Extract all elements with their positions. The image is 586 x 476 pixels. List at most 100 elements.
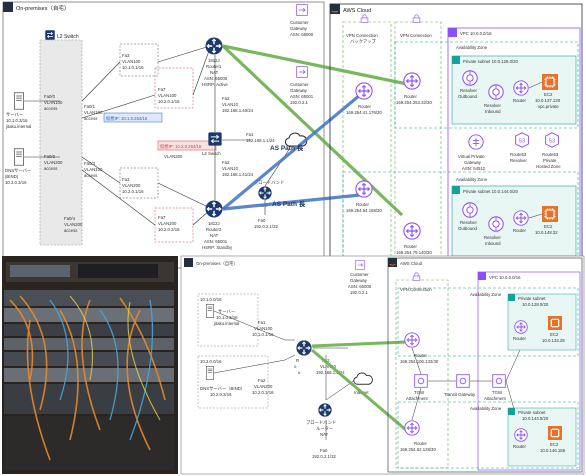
svg-text:Fa1: Fa1 [258, 320, 266, 325]
svg-text:169.254.41.176/30: 169.254.41.176/30 [346, 110, 382, 115]
svg-text:Fa7: Fa7 [158, 87, 166, 92]
vip-red: 仮想IP: 10.2.0.254/16 [160, 143, 202, 150]
svg-text:VLAN200: VLAN200 [254, 384, 273, 389]
top-onprem-title: On-premises（自宅） [16, 4, 69, 12]
svg-text:VLAN200: VLAN200 [64, 222, 83, 227]
bottom-subnet-title-1: Private subnet 10.0.128.0/20 [518, 296, 549, 307]
svg-text:Customer: Customer [290, 82, 309, 87]
svg-text:Virtual Private: Virtual Private [458, 154, 485, 159]
vlan200-mid: VLAN200 [164, 154, 183, 159]
dns-server-sub: (BIND) [5, 174, 19, 179]
svg-text:ルーター: ルーター [316, 425, 333, 432]
bottom-broadband-icon [318, 403, 332, 417]
ec2-icon-2 [542, 206, 558, 222]
svg-text:Router: Router [404, 94, 417, 99]
resolver-inbound-2: Resolver Inbound [484, 235, 502, 246]
ec2-icon-1 [542, 74, 558, 90]
bottom-ec2-icon-2 [548, 426, 562, 440]
svg-text:EC2: EC2 [544, 92, 553, 97]
svg-text:169.254.106.132/30: 169.254.106.132/30 [400, 359, 439, 364]
svg-text:HSRP: Active: HSRP: Active [202, 82, 228, 87]
svg-text:1812J: 1812J [208, 221, 220, 226]
svg-text:10.0.128.0/20: 10.0.128.0/20 [522, 302, 549, 307]
svg-text:10.2.0.1/16: 10.2.0.1/16 [122, 189, 144, 194]
svg-text:Fa1: Fa1 [246, 132, 254, 137]
svg-text:Fa0/2: Fa0/2 [44, 154, 56, 159]
svg-text:Gateway: Gateway [290, 88, 308, 93]
bottom-ec2-icon-1 [548, 316, 562, 330]
svg-text:Customer: Customer [350, 272, 369, 277]
vpg-icon [468, 134, 484, 150]
svg-text:1812J: 1812J [208, 58, 220, 63]
customer-gateway-1-icon [296, 4, 308, 16]
svg-text:Fa3: Fa3 [122, 53, 130, 58]
subnet-router-label-2: Router [513, 228, 526, 233]
resolver-outbound-icon-1 [462, 70, 478, 86]
svg-text:Gateway: Gateway [350, 278, 368, 283]
svg-text:ASN: 64512: ASN: 64512 [462, 166, 486, 171]
route53-zone-icon [545, 132, 559, 148]
subnet-router-icon-2 [513, 210, 529, 226]
svg-text:Router: Router [358, 104, 371, 109]
resolver-outbound-2: Resolver Outbound [458, 220, 478, 231]
router2-icon [205, 200, 223, 218]
onprem-badge-icon [3, 2, 13, 12]
aws-cloud-title: AWS Cloud [343, 8, 371, 14]
svg-text:Attachment: Attachment [484, 396, 507, 401]
vpc-title: VPC 10.0.0.0/16 [460, 31, 492, 36]
bottom-aws-icon [388, 258, 397, 267]
svg-text:VLAN200: VLAN200 [122, 183, 141, 188]
bottom-net2: 10.2.0.0/16 [200, 359, 222, 364]
as-path-label-1: AS Path 長 [270, 143, 304, 152]
svg-text:Gateway: Gateway [464, 160, 482, 165]
mid-l2-switch-label: L2 Switch [202, 151, 221, 156]
bottom-tgw-label: Transit Gateway [444, 392, 476, 397]
svg-text:VLAN200: VLAN200 [158, 221, 177, 226]
svg-text:Fa0/1: Fa0/1 [84, 104, 96, 109]
svg-text:Fa0/0: Fa0/0 [44, 94, 56, 99]
vpn-router-b-icon [355, 82, 373, 100]
server-host: jitaku.internal [5, 124, 31, 129]
svg-text:169.254.79.140/30: 169.254.79.140/30 [396, 250, 432, 255]
svg-text:Resolver: Resolver [460, 220, 478, 225]
svg-text:Route53: Route53 [542, 152, 559, 157]
bottom-vpc-icon [478, 272, 486, 280]
bottom-aws-title: AWS Cloud [400, 261, 423, 266]
svg-text:192.168.1.1/24: 192.168.1.1/24 [246, 138, 275, 143]
subnet-lock-icon-2 [452, 186, 460, 194]
svg-text:10.2.0.3/16: 10.2.0.3/16 [210, 392, 232, 397]
bottom-router-a-icon [404, 332, 420, 348]
router1-icon [205, 37, 223, 55]
bottom-subnet-title-2: Private subnet 10.0.144.0/20 [518, 410, 549, 421]
svg-text:10.2.0.1/16: 10.2.0.1/16 [252, 390, 274, 395]
server-ip: 10.1.0.3/16 [6, 118, 28, 123]
resolver-inbound-icon-2 [488, 216, 504, 232]
bottom-az-label-2: Availability Zone [470, 406, 502, 411]
svg-text:Customer: Customer [290, 20, 309, 25]
svg-text:10.1.0.1/16: 10.1.0.1/16 [122, 65, 144, 70]
bottom-onprem-badge-icon [184, 258, 193, 267]
customer-gateway-2-icon [296, 66, 308, 78]
resolver-inbound-icon-1 [488, 84, 504, 100]
subnet-router-icon-1 [513, 80, 529, 96]
svg-text:VLAN10: VLAN10 [222, 102, 239, 107]
svg-text:169.254.253.32/30: 169.254.253.32/30 [396, 100, 432, 105]
svg-text:Fa2: Fa2 [222, 96, 230, 101]
bottom-subnet-router-icon-1 [514, 320, 528, 334]
svg-text:10.0.137.130: 10.0.137.130 [535, 98, 561, 103]
resolver-outbound-1: Resolver Outbound [458, 88, 478, 99]
svg-text:ASN: 65001: ASN: 65001 [204, 239, 228, 244]
vpn-router-a-icon [403, 72, 421, 90]
svg-text:VLAN100: VLAN100 [44, 100, 63, 105]
vpn-router-d-icon [403, 222, 421, 240]
svg-text:Resolver: Resolver [484, 103, 502, 108]
svg-text:Fa0: Fa0 [258, 218, 266, 223]
svg-text:Router: Router [404, 244, 417, 249]
dns-server-icon [14, 148, 24, 166]
bottom-subnet-router-label-2: Router [513, 444, 526, 449]
svg-text:Fa0: Fa0 [320, 448, 328, 453]
svg-text:access: access [44, 106, 57, 111]
svg-text:Fa2: Fa2 [222, 160, 230, 165]
mid-l2-switch-icon [208, 132, 222, 146]
bottom-vpc-title: VPC 10.0.0.0/16 [489, 275, 521, 280]
